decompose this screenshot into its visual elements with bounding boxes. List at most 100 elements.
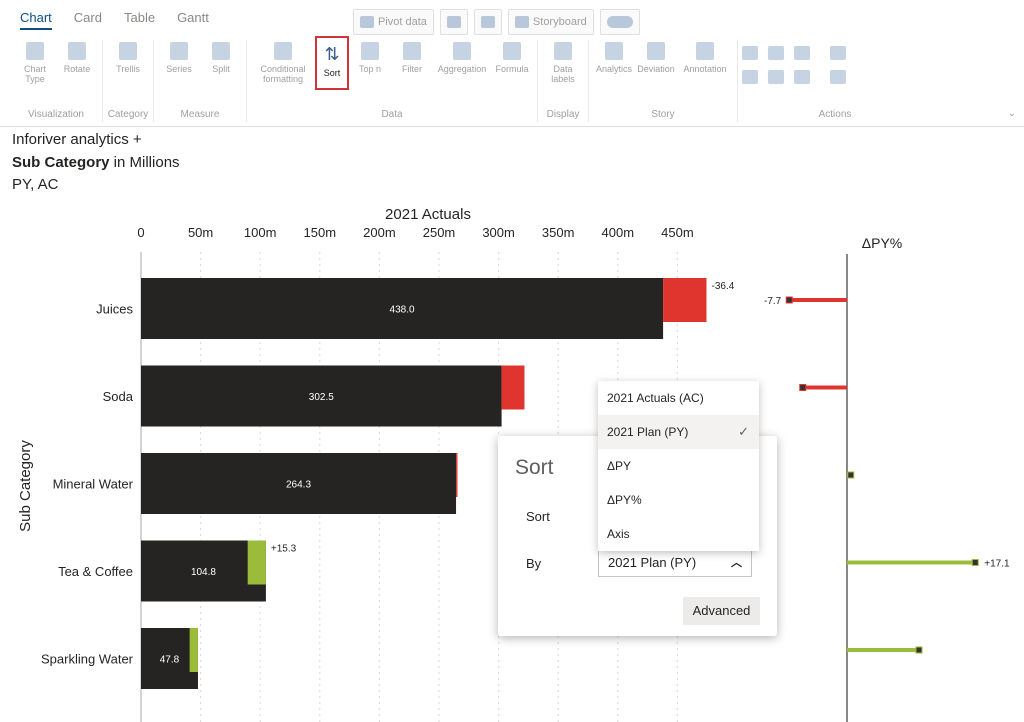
- filter-icon: [403, 42, 421, 60]
- delta-pct-marker: [799, 384, 807, 391]
- split-icon: [212, 42, 230, 60]
- storyboard-label: Storyboard: [532, 16, 587, 28]
- chart-type-icon: [26, 42, 44, 60]
- caption-bold: Sub Category: [12, 154, 110, 171]
- delta-bar: [189, 628, 198, 672]
- data-label: 438.0: [390, 305, 415, 316]
- x-tick-label: 300m: [482, 225, 515, 240]
- top-n-button[interactable]: Top n: [349, 40, 391, 74]
- analytics-icon: [605, 42, 623, 60]
- data-label: 302.5: [309, 392, 334, 403]
- caption-line-3: PY, AC: [12, 176, 59, 193]
- toggle-switch[interactable]: [599, 9, 640, 35]
- tab-gantt[interactable]: Gantt: [177, 10, 209, 30]
- group-display: Data labels Display: [538, 40, 589, 122]
- option-axis[interactable]: Axis: [598, 517, 759, 551]
- series-button[interactable]: Series: [158, 40, 200, 74]
- refresh-icon[interactable]: [768, 70, 784, 84]
- option-plan-label: 2021 Plan (PY): [607, 425, 689, 439]
- category-label: Sparkling Water: [41, 652, 134, 667]
- pivot-data-label: Pivot data: [378, 16, 427, 28]
- annotation-icon: [696, 42, 714, 60]
- sort-by-select[interactable]: 2021 Plan (PY) ︿: [598, 549, 752, 577]
- check-icon: ✓: [738, 424, 749, 439]
- category-label: Juices: [96, 302, 133, 317]
- settings-icon[interactable]: [794, 46, 810, 60]
- option-delta-py-pct[interactable]: ΔPY%: [598, 483, 759, 517]
- ribbon-groups: Chart Type Rotate Visualization Trellis …: [10, 36, 932, 122]
- expand-icon[interactable]: [742, 70, 758, 84]
- aggregation-icon: [453, 42, 471, 60]
- group-label-display: Display: [546, 109, 580, 120]
- aggregation-button[interactable]: Aggregation: [433, 40, 491, 74]
- comment-icon[interactable]: [742, 46, 758, 60]
- caption-line-2: Sub Category in Millions: [12, 154, 180, 171]
- group-measure: Series Split Measure: [154, 40, 247, 122]
- caption-rest: in Millions: [109, 154, 180, 171]
- aggregation-label: Aggregation: [437, 64, 487, 74]
- chevron-up-icon: ︿: [731, 557, 742, 569]
- actions-icons: [742, 40, 816, 84]
- ribbon-tabs: Chart Card Table Gantt: [20, 10, 209, 30]
- delta-pct-marker: [971, 559, 979, 566]
- deviation-button[interactable]: Deviation: [635, 40, 677, 74]
- trellis-button[interactable]: Trellis: [107, 40, 149, 74]
- chart-type-button[interactable]: Chart Type: [14, 40, 56, 84]
- x-tick-label: 100m: [244, 225, 277, 240]
- analytics-label: Analytics: [595, 64, 632, 74]
- search-icon[interactable]: [768, 46, 784, 60]
- conditional-formatting-icon: [274, 42, 292, 60]
- trellis-label: Trellis: [116, 64, 140, 74]
- series-label: Series: [166, 64, 192, 74]
- option-delta-py[interactable]: ΔPY: [598, 449, 759, 483]
- group-label-visualization: Visualization: [28, 109, 84, 120]
- option-plan[interactable]: 2021 Plan (PY) ✓: [598, 415, 759, 449]
- delta-label: -36.4: [711, 281, 734, 292]
- annotation-label: Annotation: [683, 64, 727, 74]
- x-tick-label: 0: [137, 225, 144, 240]
- pdf-icon[interactable]: [830, 70, 846, 84]
- by-label: By: [526, 556, 542, 571]
- category-label: Soda: [103, 389, 134, 404]
- annotation-button[interactable]: Annotation: [677, 40, 733, 74]
- advanced-button[interactable]: Advanced: [683, 597, 760, 625]
- formula-button[interactable]: Formula: [491, 40, 533, 74]
- split-label: Split: [212, 64, 230, 74]
- split-button[interactable]: Split: [200, 40, 242, 74]
- group-data: Conditional formatting ⇅ Sort Top n Filte…: [247, 36, 538, 122]
- tab-chart[interactable]: Chart: [20, 10, 52, 30]
- group-label-actions: Actions: [818, 109, 852, 120]
- group-story: Analytics Deviation Annotation Story: [589, 40, 738, 122]
- rotate-button[interactable]: Rotate: [56, 40, 98, 74]
- delta-pct-title: ΔPY%: [862, 235, 902, 251]
- more-icon[interactable]: [794, 70, 810, 84]
- delta-pct-marker: [847, 471, 855, 479]
- x-tick-label: 350m: [542, 225, 575, 240]
- export-icon[interactable]: [830, 46, 846, 60]
- data-labels-button[interactable]: Data labels: [542, 40, 584, 84]
- option-actuals[interactable]: 2021 Actuals (AC): [598, 381, 759, 415]
- data-label: 104.8: [191, 567, 216, 578]
- formula-icon: [503, 42, 521, 60]
- deviation-icon: [647, 42, 665, 60]
- tab-card[interactable]: Card: [74, 10, 102, 30]
- filter-button[interactable]: Filter: [391, 40, 433, 74]
- analytics-button[interactable]: Analytics: [593, 40, 635, 74]
- pivot-icon: [360, 16, 374, 28]
- delta-pct-marker: [785, 296, 793, 304]
- sort-by-dropdown: 2021 Actuals (AC) 2021 Plan (PY) ✓ ΔPY ΔP…: [598, 381, 759, 551]
- conditional-formatting-button[interactable]: Conditional formatting: [251, 40, 315, 84]
- data-labels-label: Data labels: [551, 64, 575, 84]
- book-button[interactable]: [473, 9, 502, 35]
- group-label-category: Category: [107, 109, 149, 120]
- group-label-data: Data: [381, 109, 403, 120]
- sort-label: Sort: [323, 68, 341, 78]
- tab-table[interactable]: Table: [124, 10, 155, 30]
- delta-bar: [663, 278, 707, 322]
- quick-actions: Pivot data Storyboard: [353, 9, 640, 35]
- sort-button[interactable]: ⇅ Sort: [315, 36, 349, 90]
- collapse-ribbon-icon[interactable]: ⌄: [1008, 108, 1016, 119]
- storyboard-button[interactable]: Storyboard: [507, 9, 594, 35]
- pin-button[interactable]: [439, 9, 468, 35]
- pivot-data-button[interactable]: Pivot data: [353, 9, 434, 35]
